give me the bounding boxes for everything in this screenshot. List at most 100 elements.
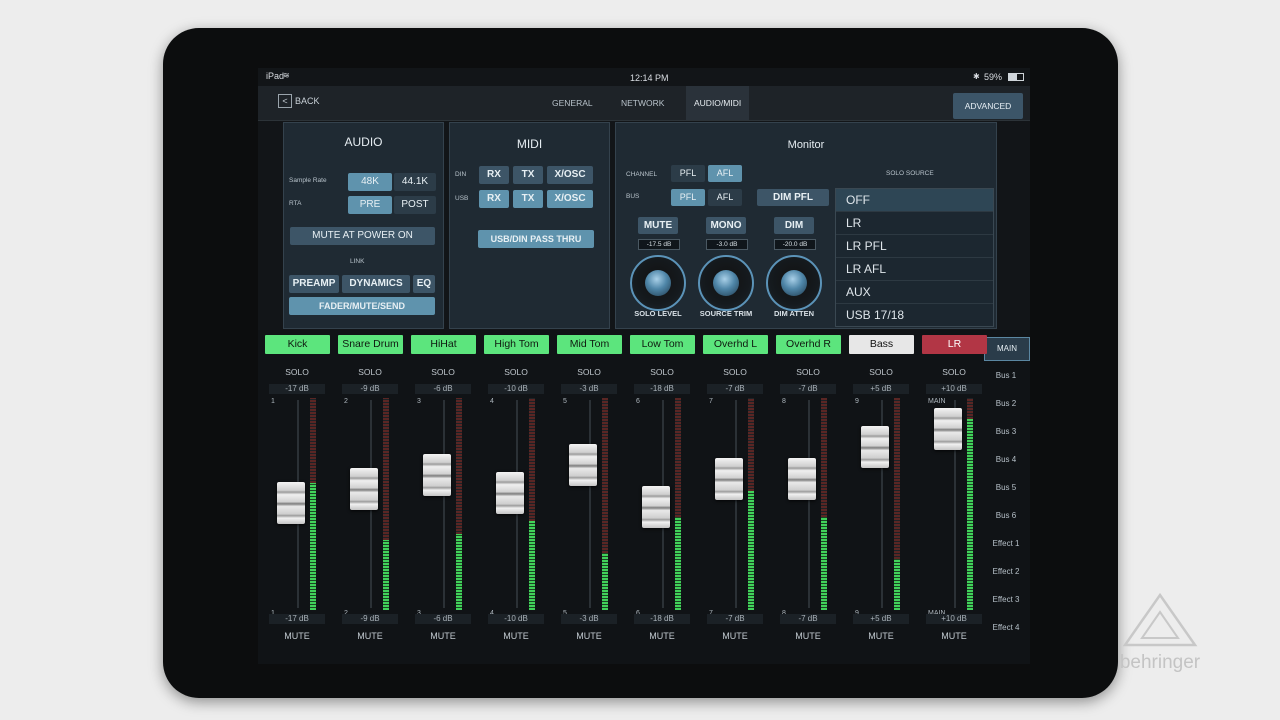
sidebar-item[interactable]: Bus 6 bbox=[984, 506, 1028, 526]
solo-source-usb[interactable]: USB 17/18 bbox=[836, 304, 993, 326]
solo-button[interactable]: SOLO bbox=[632, 365, 692, 379]
usb-rx-button[interactable]: RX bbox=[479, 190, 509, 208]
link-dynamics-button[interactable]: DYNAMICS bbox=[342, 275, 410, 293]
mute-button[interactable]: MUTE bbox=[340, 628, 400, 644]
solo-button[interactable]: SOLO bbox=[851, 365, 911, 379]
mute-button[interactable]: MUTE bbox=[705, 628, 765, 644]
mute-button[interactable]: MUTE bbox=[632, 628, 692, 644]
sidebar-item[interactable]: Bus 3 bbox=[984, 422, 1028, 442]
sample-rate-44k[interactable]: 44.1K bbox=[394, 173, 436, 191]
channel-name-button[interactable]: Low Tom bbox=[630, 335, 695, 354]
sample-rate-48k[interactable]: 48K bbox=[348, 173, 392, 191]
solo-button[interactable]: SOLO bbox=[705, 365, 765, 379]
channel-name-button[interactable]: Kick bbox=[265, 335, 330, 354]
sidebar-main-button[interactable]: MAIN bbox=[984, 337, 1030, 361]
channel-name-button[interactable]: Overhd R bbox=[776, 335, 841, 354]
sidebar-item[interactable]: Effect 2 bbox=[984, 562, 1028, 582]
solo-source-lr-pfl[interactable]: LR PFL bbox=[836, 235, 993, 258]
mono-button[interactable]: MONO bbox=[706, 217, 746, 234]
mute-button[interactable]: MUTE bbox=[413, 628, 473, 644]
dim-atten-knob[interactable] bbox=[766, 255, 822, 311]
meter-inactive bbox=[310, 398, 316, 483]
fader-handle[interactable] bbox=[277, 482, 305, 524]
sample-rate-label: Sample Rate bbox=[289, 177, 327, 184]
channel-db-bottom: -18 dB bbox=[634, 614, 690, 624]
usb-din-pass-thru-button[interactable]: USB/DIN PASS THRU bbox=[478, 230, 594, 248]
channel-name-button[interactable]: Bass bbox=[849, 335, 914, 354]
mute-button[interactable]: MUTE bbox=[778, 628, 838, 644]
source-trim-knob[interactable] bbox=[698, 255, 754, 311]
fader-handle[interactable] bbox=[569, 444, 597, 486]
rta-post[interactable]: POST bbox=[394, 196, 436, 214]
solo-button[interactable]: SOLO bbox=[340, 365, 400, 379]
channel-name-button[interactable]: Overhd L bbox=[703, 335, 768, 354]
rta-pre[interactable]: PRE bbox=[348, 196, 392, 214]
dim-button[interactable]: DIM bbox=[774, 217, 814, 234]
dim-pfl-button[interactable]: DIM PFL bbox=[757, 189, 829, 206]
sidebar-item[interactable]: Effect 1 bbox=[984, 534, 1028, 554]
channel-number-top: 4 bbox=[490, 398, 494, 405]
mute-button[interactable]: MUTE bbox=[924, 628, 984, 644]
solo-level-knob[interactable] bbox=[630, 255, 686, 311]
channel-afl-button[interactable]: AFL bbox=[708, 165, 742, 182]
back-button[interactable]: < BACK bbox=[278, 94, 320, 108]
solo-button[interactable]: SOLO bbox=[486, 365, 546, 379]
link-eq-button[interactable]: EQ bbox=[413, 275, 435, 293]
fader-mute-send-button[interactable]: FADER/MUTE/SEND bbox=[289, 297, 435, 315]
solo-source-label: SOLO SOURCE bbox=[886, 170, 934, 177]
sidebar-item[interactable]: Effect 4 bbox=[984, 618, 1028, 638]
solo-button[interactable]: SOLO bbox=[413, 365, 473, 379]
meter-fill bbox=[529, 520, 535, 610]
solo-source-lr[interactable]: LR bbox=[836, 212, 993, 235]
channel-name-button[interactable]: Mid Tom bbox=[557, 335, 622, 354]
fader-handle[interactable] bbox=[715, 458, 743, 500]
channel-name-button[interactable]: HiHat bbox=[411, 335, 476, 354]
link-preamp-button[interactable]: PREAMP bbox=[289, 275, 339, 293]
mute-at-power-on-button[interactable]: MUTE AT POWER ON bbox=[290, 227, 435, 245]
solo-source-list[interactable]: OFF LR LR PFL LR AFL AUX USB 17/18 bbox=[835, 188, 994, 327]
solo-button[interactable]: SOLO bbox=[778, 365, 838, 379]
advanced-button[interactable]: ADVANCED bbox=[953, 93, 1023, 119]
usb-tx-button[interactable]: TX bbox=[513, 190, 543, 208]
mute-button[interactable]: MUTE bbox=[486, 628, 546, 644]
sidebar-item[interactable]: Effect 3 bbox=[984, 590, 1028, 610]
mute-button[interactable]: MUTE bbox=[267, 628, 327, 644]
monitor-mute-button[interactable]: MUTE bbox=[638, 217, 678, 234]
tab-network[interactable]: NETWORK bbox=[613, 86, 672, 120]
fader-handle[interactable] bbox=[350, 468, 378, 510]
solo-source-off[interactable]: OFF bbox=[836, 189, 993, 212]
mute-button[interactable]: MUTE bbox=[559, 628, 619, 644]
tab-general[interactable]: GENERAL bbox=[544, 86, 601, 120]
chevron-left-icon: < bbox=[278, 94, 292, 108]
bus-pfl-button[interactable]: PFL bbox=[671, 189, 705, 206]
fader-handle[interactable] bbox=[861, 426, 889, 468]
fader-handle[interactable] bbox=[423, 454, 451, 496]
dim-db-readout: -20.0 dB bbox=[774, 239, 816, 250]
fader-handle[interactable] bbox=[496, 472, 524, 514]
channel-name-button[interactable]: LR bbox=[922, 335, 987, 354]
din-xosc-button[interactable]: X/OSC bbox=[547, 166, 593, 184]
din-tx-button[interactable]: TX bbox=[513, 166, 543, 184]
fader-handle[interactable] bbox=[934, 408, 962, 450]
channel-db-top: -10 dB bbox=[488, 384, 544, 394]
solo-source-lr-afl[interactable]: LR AFL bbox=[836, 258, 993, 281]
fader-handle[interactable] bbox=[788, 458, 816, 500]
bus-afl-button[interactable]: AFL bbox=[708, 189, 742, 206]
solo-button[interactable]: SOLO bbox=[559, 365, 619, 379]
mute-button[interactable]: MUTE bbox=[851, 628, 911, 644]
channel-name-button[interactable]: Snare Drum bbox=[338, 335, 403, 354]
sidebar-item[interactable]: Bus 1 bbox=[984, 366, 1028, 386]
channel-pfl-button[interactable]: PFL bbox=[671, 165, 705, 182]
usb-xosc-button[interactable]: X/OSC bbox=[547, 190, 593, 208]
din-rx-button[interactable]: RX bbox=[479, 166, 509, 184]
channel-name-button[interactable]: High Tom bbox=[484, 335, 549, 354]
sidebar-item[interactable]: Bus 5 bbox=[984, 478, 1028, 498]
meter-fill bbox=[602, 552, 608, 610]
fader-handle[interactable] bbox=[642, 486, 670, 528]
tab-audio-midi[interactable]: AUDIO/MIDI bbox=[686, 86, 750, 120]
solo-button[interactable]: SOLO bbox=[267, 365, 327, 379]
solo-button[interactable]: SOLO bbox=[924, 365, 984, 379]
sidebar-item[interactable]: Bus 4 bbox=[984, 450, 1028, 470]
solo-source-aux[interactable]: AUX bbox=[836, 281, 993, 304]
sidebar-item[interactable]: Bus 2 bbox=[984, 394, 1028, 414]
